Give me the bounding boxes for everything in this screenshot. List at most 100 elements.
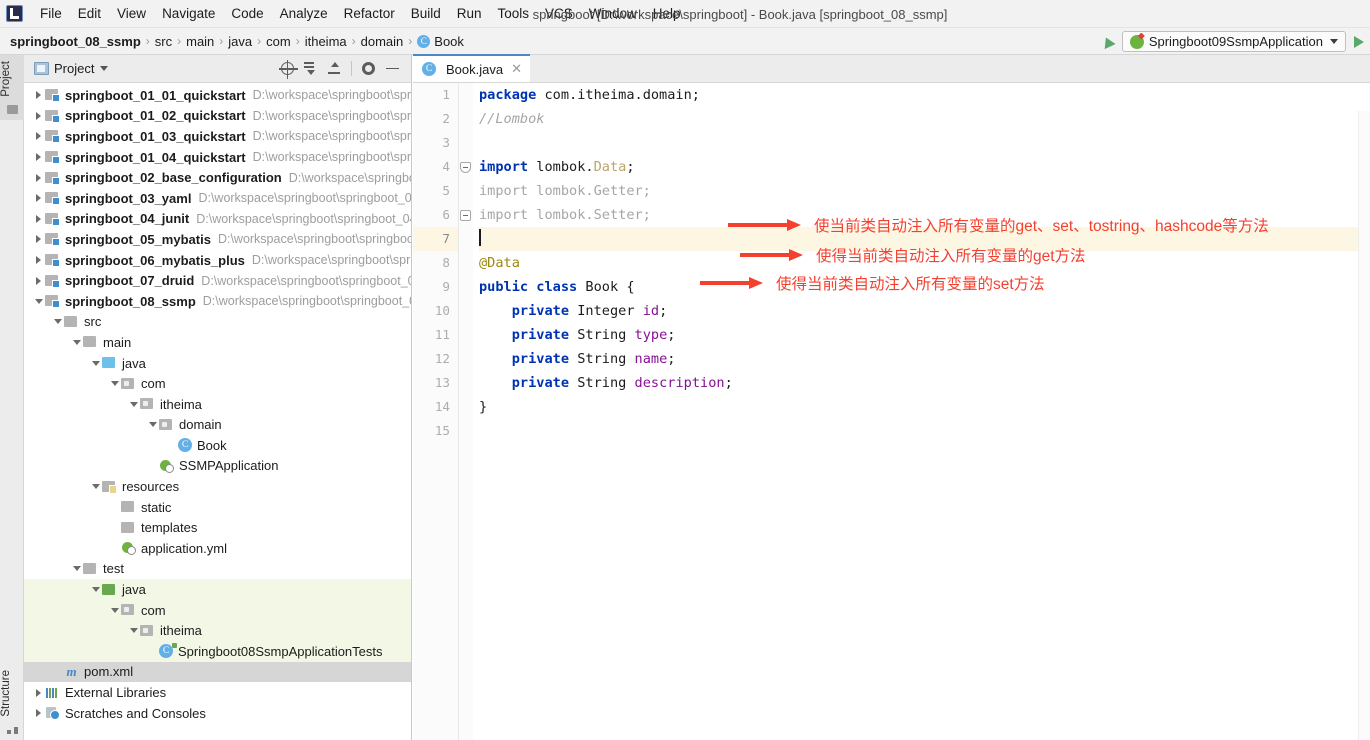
- menu-item-code[interactable]: Code: [223, 3, 271, 24]
- chevron-right-icon[interactable]: [32, 112, 45, 120]
- tree-node-domain[interactable]: domain: [24, 415, 411, 436]
- code-fold-close-icon[interactable]: [460, 210, 471, 221]
- tree-node-templates[interactable]: templates: [24, 517, 411, 538]
- menu-item-edit[interactable]: Edit: [70, 3, 109, 24]
- chevron-right-icon[interactable]: [32, 709, 45, 717]
- run-play-icon[interactable]: [1354, 35, 1364, 48]
- breadcrumb-item-src[interactable]: src: [155, 34, 172, 49]
- breadcrumb-item-main[interactable]: main: [186, 34, 214, 49]
- menu-item-file[interactable]: File: [32, 3, 70, 24]
- chevron-down-icon[interactable]: [89, 587, 102, 592]
- chevron-right-icon[interactable]: [32, 689, 45, 697]
- tree-node-springboot-04-junit[interactable]: springboot_04_junit D:\workspace\springbo…: [24, 209, 411, 230]
- chevron-right-icon[interactable]: [32, 256, 45, 264]
- tree-node-java[interactable]: java: [24, 579, 411, 600]
- tree-node-springboot08ssmpapplicationtests[interactable]: C Springboot08SsmpApplicationTests: [24, 641, 411, 662]
- tree-node-application-yml[interactable]: application.yml: [24, 538, 411, 559]
- collapse-all-icon[interactable]: [324, 58, 346, 80]
- chevron-right-icon[interactable]: [32, 235, 45, 243]
- chevron-down-icon[interactable]: [51, 319, 64, 324]
- tree-node-main[interactable]: main: [24, 332, 411, 353]
- tree-node-com[interactable]: com: [24, 373, 411, 394]
- tree-node-springboot-05-mybatis[interactable]: springboot_05_mybatis D:\workspace\spring…: [24, 229, 411, 250]
- tree-node-springboot-01-03-quickstart[interactable]: springboot_01_03_quickstart D:\workspace\…: [24, 126, 411, 147]
- tree-node-springboot-01-04-quickstart[interactable]: springboot_01_04_quickstart D:\workspace\…: [24, 147, 411, 168]
- code-editor[interactable]: 1 2 3 4 5 6 7 8 9 10 11 12 13 14 15 package com.itheim…: [413, 83, 1370, 740]
- chevron-right-icon[interactable]: [32, 132, 45, 140]
- tree-node-itheima[interactable]: itheima: [24, 394, 411, 415]
- chevron-right-icon[interactable]: [32, 153, 45, 161]
- editor-scrollbar[interactable]: [1358, 111, 1370, 740]
- settings-gear-icon[interactable]: [357, 58, 379, 80]
- chevron-down-icon[interactable]: [70, 566, 83, 571]
- chevron-down-icon[interactable]: [32, 299, 45, 304]
- chevron-down-icon[interactable]: [127, 402, 140, 407]
- back-arrow-icon[interactable]: [1100, 34, 1116, 49]
- menu-item-run[interactable]: Run: [449, 3, 490, 24]
- tree-node-test[interactable]: test: [24, 559, 411, 580]
- tree-node-springboot-01-01-quickstart[interactable]: springboot_01_01_quickstart D:\workspace\…: [24, 85, 411, 106]
- breadcrumb-item-com[interactable]: com: [266, 34, 291, 49]
- tree-node-springboot-08-ssmp[interactable]: springboot_08_ssmp D:\workspace\springboo…: [24, 291, 411, 312]
- tree-node-book[interactable]: C Book: [24, 435, 411, 456]
- chevron-down-icon[interactable]: [108, 608, 121, 613]
- code-fold-open-icon[interactable]: [460, 162, 471, 173]
- chevron-down-icon[interactable]: [70, 340, 83, 345]
- tree-node-ssmpapplication[interactable]: SSMPApplication: [24, 456, 411, 477]
- chevron-down-icon[interactable]: [108, 381, 121, 386]
- chevron-down-icon[interactable]: [100, 66, 109, 71]
- chevron-right-icon[interactable]: [32, 194, 45, 202]
- tree-node-scratches-and-consoles[interactable]: Scratches and Consoles: [24, 703, 411, 724]
- breadcrumb-item-domain[interactable]: domain: [361, 34, 404, 49]
- breadcrumb-separator: ›: [408, 34, 413, 48]
- tool-window-button-structure[interactable]: Structure: [0, 664, 24, 736]
- locate-icon[interactable]: [276, 58, 298, 80]
- menu-item-view[interactable]: View: [109, 3, 154, 24]
- breadcrumb-item-itheima[interactable]: itheima: [305, 34, 347, 49]
- tree-node-static[interactable]: static: [24, 497, 411, 518]
- chevron-down-icon[interactable]: [89, 361, 102, 366]
- chevron-right-icon[interactable]: [32, 91, 45, 99]
- tree-node-java[interactable]: java: [24, 353, 411, 374]
- menu-item-window[interactable]: Window: [581, 3, 645, 24]
- tree-node-pom-xml[interactable]: m pom.xml: [24, 661, 411, 683]
- tree-node-external-libraries[interactable]: External Libraries: [24, 682, 411, 703]
- chevron-down-icon[interactable]: [127, 628, 140, 633]
- expand-all-icon[interactable]: [300, 58, 322, 80]
- code-line: package com.itheima.domain;: [479, 83, 1370, 107]
- code-folding-gutter[interactable]: [459, 83, 473, 740]
- editor-tab-book-java[interactable]: C Book.java ✕: [413, 54, 530, 82]
- tool-window-button-project[interactable]: Project: [0, 55, 24, 120]
- chevron-down-icon[interactable]: [1330, 39, 1338, 44]
- menu-item-vcs[interactable]: VCS: [537, 3, 581, 24]
- tree-node-springboot-06-mybatis-plus[interactable]: springboot_06_mybatis_plus D:\workspace\s…: [24, 250, 411, 271]
- chevron-down-icon[interactable]: [89, 484, 102, 489]
- menu-item-navigate[interactable]: Navigate: [154, 3, 223, 24]
- tree-node-springboot-02-base-configuration[interactable]: springboot_02_base_configuration D:\works…: [24, 167, 411, 188]
- chevron-right-icon[interactable]: [32, 277, 45, 285]
- tree-node-src[interactable]: src: [24, 312, 411, 333]
- menu-item-help[interactable]: Help: [645, 3, 689, 24]
- breadcrumb-item-springboot-08-ssmp[interactable]: springboot_08_ssmp: [10, 34, 141, 49]
- menu-item-refactor[interactable]: Refactor: [336, 3, 403, 24]
- project-tree[interactable]: springboot_01_01_quickstart D:\workspace\…: [24, 83, 411, 740]
- hide-panel-icon[interactable]: [381, 58, 403, 80]
- breadcrumb-item-java[interactable]: java: [228, 34, 252, 49]
- chevron-down-icon[interactable]: [146, 422, 159, 427]
- tree-node-itheima[interactable]: itheima: [24, 620, 411, 642]
- close-icon[interactable]: ✕: [511, 61, 522, 77]
- menu-bar: File Edit View Navigate Code Analyze Refactor B…: [0, 0, 1370, 28]
- tree-node-springboot-07-druid[interactable]: springboot_07_druid D:\workspace\springbo…: [24, 270, 411, 291]
- tree-node-com[interactable]: com: [24, 599, 411, 621]
- menu-item-tools[interactable]: Tools: [490, 3, 538, 24]
- breadcrumb-item-book[interactable]: C Book: [417, 34, 464, 49]
- menu-item-build[interactable]: Build: [403, 3, 449, 24]
- tree-node-resources[interactable]: resources: [24, 476, 411, 497]
- run-configuration-selector[interactable]: Springboot09SsmpApplication: [1121, 31, 1346, 52]
- tree-node-springboot-01-02-quickstart[interactable]: springboot_01_02_quickstart D:\workspace\…: [24, 106, 411, 127]
- chevron-right-icon[interactable]: [32, 174, 45, 182]
- code-text[interactable]: package com.itheima.domain; //Lombok impor…: [473, 83, 1370, 740]
- menu-item-analyze[interactable]: Analyze: [272, 3, 336, 24]
- tree-node-springboot-03-yaml[interactable]: springboot_03_yaml D:\workspace\springboo…: [24, 188, 411, 209]
- chevron-right-icon[interactable]: [32, 215, 45, 223]
